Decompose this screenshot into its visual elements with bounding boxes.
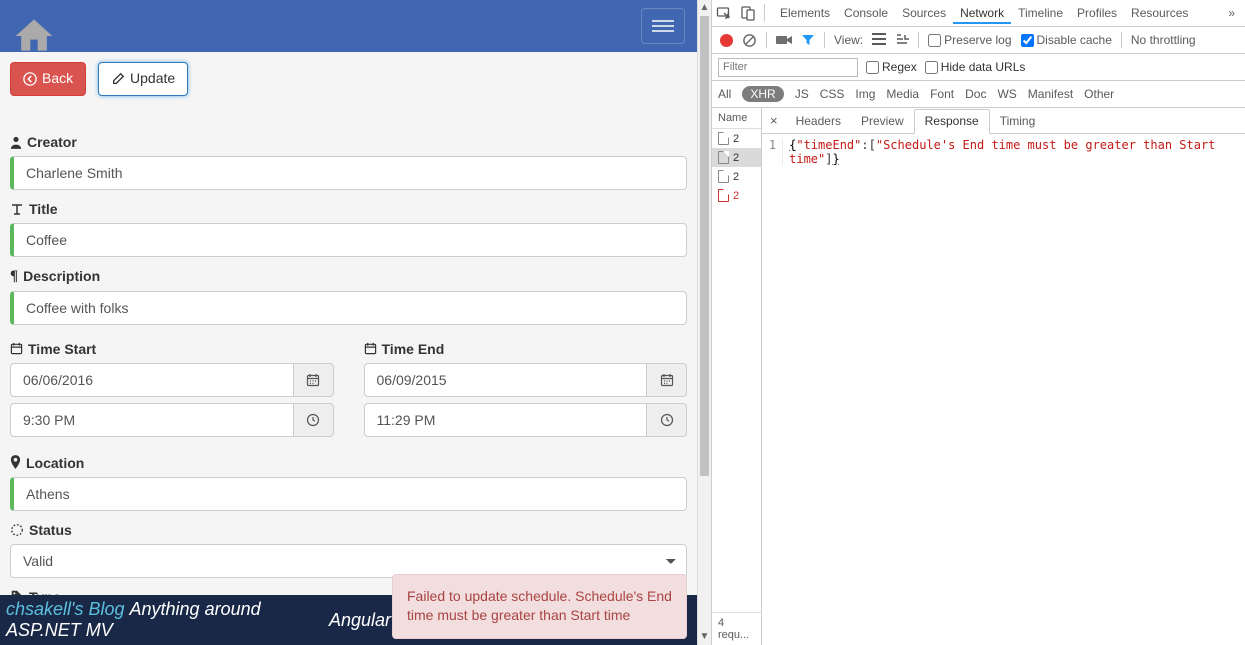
filter-css[interactable]: CSS <box>820 87 845 101</box>
time-start-time-input[interactable] <box>10 403 294 437</box>
devtools-tab-resources[interactable]: Resources <box>1124 2 1195 24</box>
time-end-time-input[interactable] <box>364 403 648 437</box>
location-label: Location <box>10 455 687 471</box>
scroll-down-icon[interactable]: ▼ <box>698 629 711 645</box>
filter-manifest[interactable]: Manifest <box>1028 87 1073 101</box>
view-list-icon[interactable] <box>872 33 886 48</box>
navbar <box>0 0 697 52</box>
clock-icon[interactable] <box>647 403 687 437</box>
app-pane: Back Update Creator Title <box>0 0 697 645</box>
request-item[interactable]: 2 <box>712 148 761 167</box>
devtools-tab-console[interactable]: Console <box>837 2 895 24</box>
disable-cache-checkbox[interactable]: Disable cache <box>1021 33 1112 47</box>
response-tab-timing[interactable]: Timing <box>990 108 1046 133</box>
name-column-header: Name <box>712 108 761 129</box>
request-count: 4 requ... <box>712 612 761 645</box>
filter-img[interactable]: Img <box>855 87 875 101</box>
inspect-icon[interactable] <box>716 5 732 21</box>
time-end-label: Time End <box>364 341 688 357</box>
line-number: 1 <box>762 138 783 166</box>
filter-icon[interactable] <box>801 33 815 47</box>
time-start-label: Time Start <box>10 341 334 357</box>
blog-link[interactable]: chsakell's Blog <box>6 599 125 619</box>
time-end-date-input[interactable] <box>364 363 648 397</box>
creator-input[interactable] <box>10 156 687 190</box>
view-label: View: <box>834 33 863 47</box>
devtools-tab-network[interactable]: Network <box>953 2 1011 24</box>
camera-icon[interactable] <box>776 34 792 46</box>
time-start-date-input[interactable] <box>10 363 294 397</box>
update-label: Update <box>130 69 175 89</box>
response-tab-response[interactable]: Response <box>914 109 990 134</box>
back-label: Back <box>42 69 73 89</box>
title-label: Title <box>10 201 687 217</box>
filter-media[interactable]: Media <box>886 87 919 101</box>
update-button[interactable]: Update <box>98 62 188 96</box>
filter-js[interactable]: JS <box>795 87 809 101</box>
preserve-log-checkbox[interactable]: Preserve log <box>928 33 1011 47</box>
filter-bar: Regex Hide data URLs <box>712 54 1245 81</box>
home-icon[interactable] <box>12 14 56 61</box>
filter-ws[interactable]: WS <box>997 87 1016 101</box>
response-tab-headers[interactable]: Headers <box>786 108 851 133</box>
close-response-button[interactable]: × <box>762 113 786 128</box>
devtools-tab-timeline[interactable]: Timeline <box>1011 2 1070 24</box>
calendar-icon[interactable] <box>647 363 687 397</box>
filter-xhr[interactable]: XHR <box>742 86 783 102</box>
scrollbar[interactable]: ▲ ▼ <box>697 0 711 645</box>
menu-toggle-button[interactable] <box>641 8 685 44</box>
devtools: ElementsConsoleSourcesNetworkTimelinePro… <box>711 0 1245 645</box>
type-filters: All XHR JS CSS Img Media Font Doc WS Manifest Othe… <box>712 81 1245 108</box>
status-select[interactable]: Valid <box>10 544 687 578</box>
calendar-icon[interactable] <box>294 363 334 397</box>
file-icon <box>718 151 729 164</box>
request-item[interactable]: 2 <box>712 129 761 148</box>
scroll-up-icon[interactable]: ▲ <box>698 0 711 16</box>
request-list: Name 2222 4 requ... <box>712 108 762 645</box>
back-button[interactable]: Back <box>10 62 86 96</box>
request-item[interactable]: 2 <box>712 167 761 186</box>
clear-icon[interactable] <box>742 33 757 48</box>
response-pane: × HeadersPreviewResponseTiming 1 {"timeE… <box>762 108 1245 645</box>
filter-all[interactable]: All <box>718 87 731 101</box>
request-item[interactable]: 2 <box>712 186 761 205</box>
location-input[interactable] <box>10 477 687 511</box>
response-tab-preview[interactable]: Preview <box>851 108 914 133</box>
error-toast: Failed to update schedule. Schedule's En… <box>392 574 687 639</box>
regex-checkbox[interactable]: Regex <box>866 60 917 74</box>
file-icon <box>718 189 729 202</box>
file-icon <box>718 170 729 183</box>
response-body: 1 {"timeEnd":["Schedule's End time must … <box>762 134 1245 645</box>
devtools-tab-sources[interactable]: Sources <box>895 2 953 24</box>
creator-label: Creator <box>10 134 687 150</box>
overflow-icon[interactable]: » <box>1222 6 1241 20</box>
filter-input[interactable] <box>718 58 858 77</box>
filter-other[interactable]: Other <box>1084 87 1114 101</box>
filter-font[interactable]: Font <box>930 87 954 101</box>
status-label: Status <box>10 522 687 538</box>
throttling-select[interactable]: No throttling <box>1131 33 1196 47</box>
network-toolbar: View: Preserve log Disable cache No thro… <box>712 27 1245 54</box>
devtools-tab-profiles[interactable]: Profiles <box>1070 2 1124 24</box>
file-icon <box>718 132 729 145</box>
title-input[interactable] <box>10 223 687 257</box>
devtools-tab-elements[interactable]: Elements <box>773 2 837 24</box>
hide-urls-checkbox[interactable]: Hide data URLs <box>925 60 1026 74</box>
description-input[interactable] <box>10 291 687 325</box>
scroll-thumb[interactable] <box>700 16 709 476</box>
description-label: ¶ Description <box>10 268 687 285</box>
filter-doc[interactable]: Doc <box>965 87 986 101</box>
record-button[interactable] <box>720 34 733 47</box>
clock-icon[interactable] <box>294 403 334 437</box>
devtools-tabbar: ElementsConsoleSourcesNetworkTimelinePro… <box>712 0 1245 27</box>
device-icon[interactable] <box>740 5 756 21</box>
view-detail-icon[interactable] <box>895 33 909 48</box>
